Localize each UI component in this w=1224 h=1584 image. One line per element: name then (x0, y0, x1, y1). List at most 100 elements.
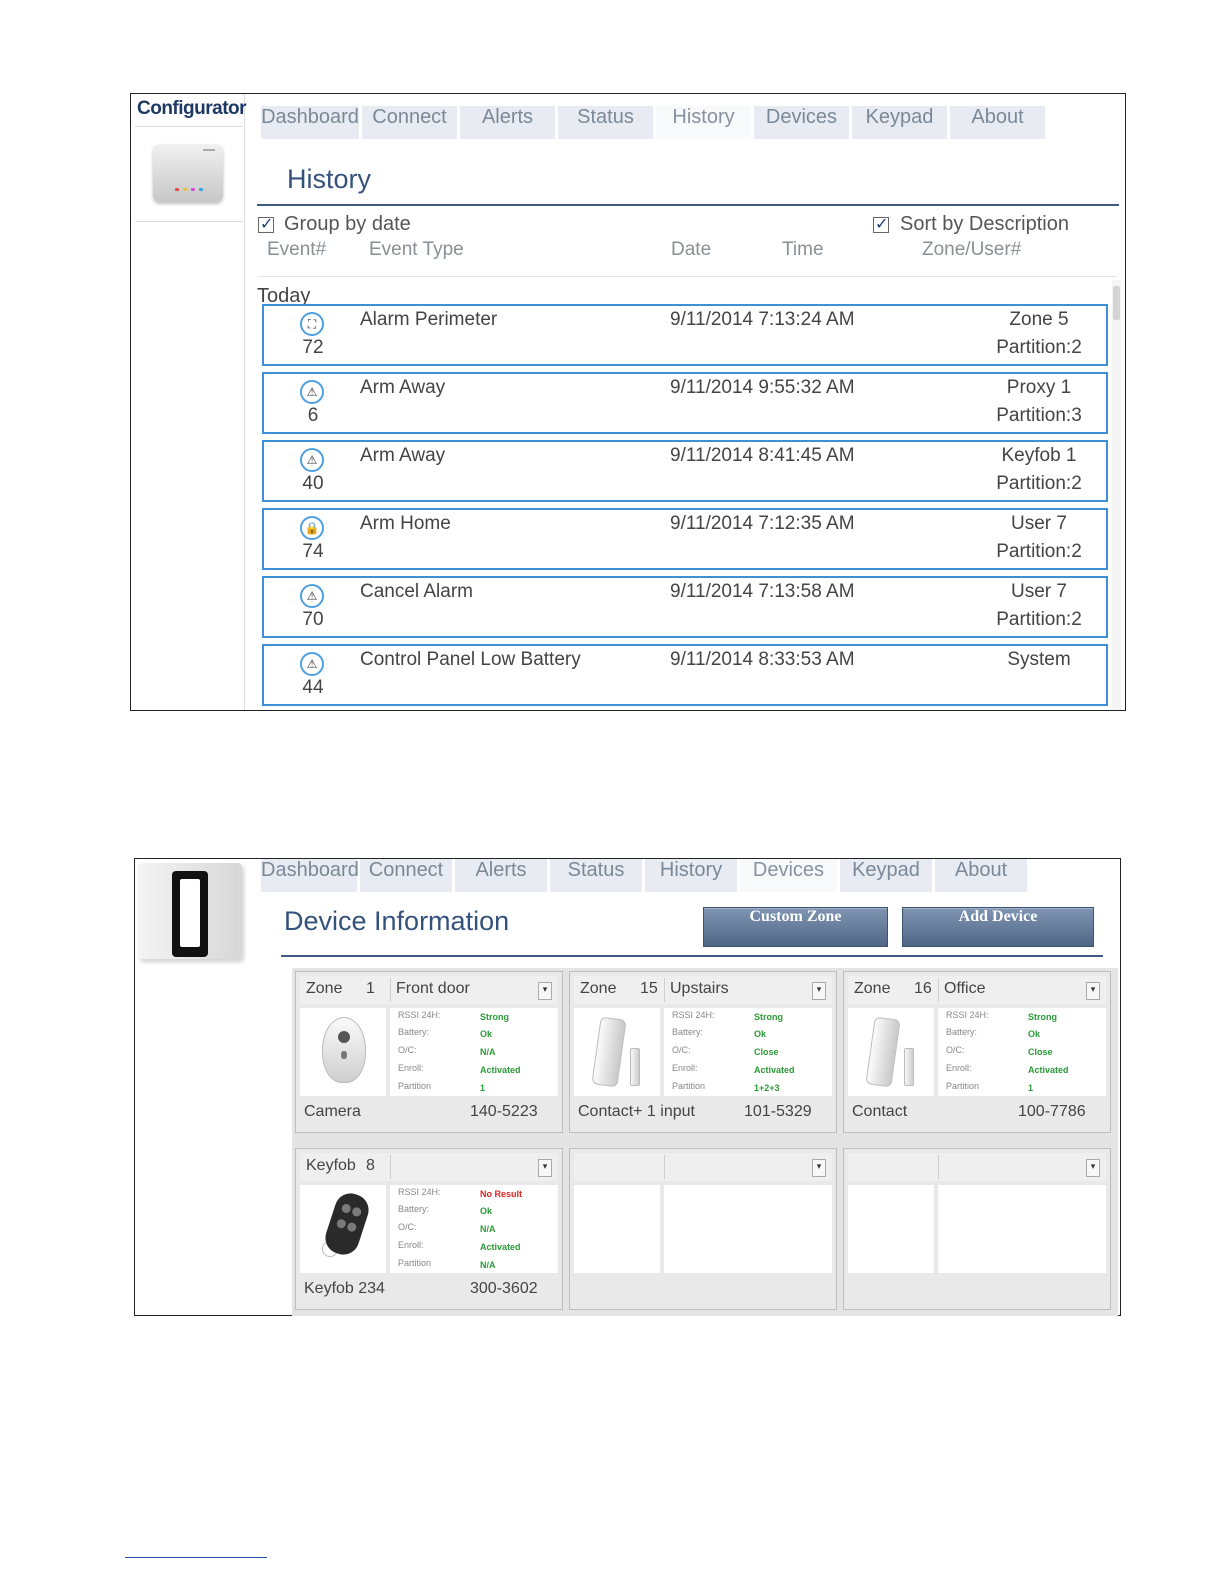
chevron-down-icon[interactable]: ▾ (1086, 1159, 1100, 1177)
status-field-label: O/C: (946, 1045, 965, 1055)
camera-lens (338, 1031, 350, 1043)
device-number: 1 (366, 980, 375, 997)
empty-device-card[interactable]: ▾ (569, 1148, 837, 1310)
chevron-down-icon[interactable]: ▾ (538, 982, 552, 1000)
tab-dashboard[interactable]: Dashboard (261, 106, 359, 139)
led-blue (199, 188, 203, 191)
event-partition: Partition:2 (996, 609, 1082, 630)
app-brand: Configurator (137, 98, 247, 119)
warning-icon: ⚠ (300, 584, 324, 608)
column-date[interactable]: Date (671, 239, 711, 261)
device-card[interactable]: Zone 15 Upstairs ▾ RSSI 24H: Strong Battery: Ok… (569, 971, 837, 1133)
status-field-value: Close (754, 1047, 779, 1057)
contact-sensor-icon (591, 1016, 627, 1088)
event-zone-user: User 7 (1011, 581, 1067, 602)
status-field-label: RSSI 24H: (398, 1010, 441, 1020)
group-by-date-label: Group by date (284, 213, 411, 235)
status-field-label: Battery: (398, 1204, 430, 1214)
empty-device-card[interactable]: ▾ (843, 1148, 1111, 1310)
status-field-value: Close (1028, 1047, 1053, 1057)
event-type: Cancel Alarm (360, 581, 473, 602)
tab-about[interactable]: About (950, 106, 1045, 139)
status-field-value: N/A (480, 1047, 496, 1057)
contact-magnet-icon (630, 1048, 640, 1086)
status-field-value: Activated (480, 1242, 521, 1252)
tab-history[interactable]: History (656, 106, 751, 139)
tab-dashboard[interactable]: Dashboard (261, 859, 359, 892)
event-type: Arm Away (360, 377, 446, 398)
header-divider (390, 1155, 391, 1179)
tab-history[interactable]: History (645, 859, 737, 892)
event-row[interactable]: ⚠ 40 Arm Away 9/11/2014 8:41:45 AM Keyfob 1 P… (262, 440, 1108, 502)
column-event-type[interactable]: Event Type (369, 239, 464, 261)
tab-alerts[interactable]: Alerts (455, 859, 547, 892)
status-field-label: RSSI 24H: (946, 1010, 989, 1020)
event-row[interactable]: ⚠ 44 Control Panel Low Battery 9/11/2014 8:… (262, 644, 1108, 706)
event-row[interactable]: ⚠ 6 Arm Away 9/11/2014 9:55:32 AM Proxy 1 Par… (262, 372, 1108, 434)
tab-connect[interactable]: Connect (362, 106, 457, 139)
warning-icon: ⚠ (300, 448, 324, 472)
tab-status[interactable]: Status (550, 859, 642, 892)
status-field-label: Battery: (672, 1027, 704, 1037)
tab-devices[interactable]: Devices (740, 859, 837, 892)
device-card[interactable]: Zone 1 Front door ▾ RSSI 24H: Strong Battery: O… (295, 971, 563, 1133)
add-device-button[interactable]: Add Device (902, 907, 1094, 947)
column-time[interactable]: Time (782, 239, 824, 261)
status-field-label: Enroll: (398, 1240, 424, 1250)
device-id: 100-7786 (1018, 1103, 1086, 1120)
event-partition: Partition:3 (996, 405, 1082, 426)
status-field-label: O/C: (398, 1222, 417, 1232)
tab-connect[interactable]: Connect (360, 859, 452, 892)
device-image (848, 1185, 934, 1273)
event-row[interactable]: ⚠ 70 Cancel Alarm 9/11/2014 7:13:58 AM User … (262, 576, 1108, 638)
status-field-value: Activated (754, 1065, 795, 1075)
chevron-down-icon[interactable]: ▾ (812, 982, 826, 1000)
status-field-value: Ok (480, 1206, 493, 1216)
header-divider (664, 1155, 665, 1179)
device-id: 140-5223 (470, 1103, 538, 1120)
custom-zone-button[interactable]: Custom Zone (703, 907, 888, 947)
column-event-number[interactable]: Event# (267, 239, 326, 261)
card-header: Zone 16 Office ▾ (848, 976, 1106, 1004)
keyfob-button (351, 1206, 363, 1218)
device-status-panel: RSSI 24H: Strong Battery: Ok O/C: Close Enroll… (664, 1008, 832, 1096)
tab-about[interactable]: About (935, 859, 1027, 892)
event-number: 70 (302, 609, 324, 630)
device-card[interactable]: Zone 16 Office ▾ RSSI 24H: Strong Battery: Ok O/… (843, 971, 1111, 1133)
event-row[interactable]: 🔒 74 Arm Home 9/11/2014 7:12:35 AM User 7 Par… (262, 508, 1108, 570)
event-number: 74 (302, 541, 324, 562)
keyfob-button (346, 1221, 358, 1233)
tab-devices[interactable]: Devices (754, 106, 849, 139)
chevron-down-icon[interactable]: ▾ (1086, 982, 1100, 1000)
group-by-date-checkbox[interactable] (258, 214, 274, 233)
card-header: ▾ (848, 1153, 1106, 1181)
chevron-down-icon[interactable]: ▾ (538, 1159, 552, 1177)
status-field-value: Activated (1028, 1065, 1069, 1075)
status-field-label: Partition (946, 1081, 980, 1091)
device-number: 8 (366, 1157, 375, 1174)
status-field-label: Enroll: (398, 1063, 424, 1073)
tab-keypad[interactable]: Keypad (852, 106, 947, 139)
device-status-panel (664, 1185, 832, 1273)
sidebar: Configurator (131, 94, 247, 710)
column-zone-user[interactable]: Zone/User# (922, 239, 1021, 261)
event-partition: Partition:2 (996, 473, 1082, 494)
sort-by-description-checkbox[interactable] (873, 214, 889, 233)
title-rule (257, 204, 1119, 206)
status-field-label: Partition (672, 1081, 706, 1091)
control-panel-image (153, 144, 223, 202)
tab-alerts[interactable]: Alerts (460, 106, 555, 139)
device-kind: Zone (854, 980, 891, 997)
page-title: Device Information (284, 906, 510, 936)
chevron-down-icon[interactable]: ▾ (812, 1159, 826, 1177)
event-row[interactable]: ⛶ 72 Alarm Perimeter 9/11/2014 7:13:24 AM Zo… (262, 304, 1108, 366)
card-footer: Contact+ 1 input 101-5329 (574, 1100, 832, 1128)
event-zone-user: Proxy 1 (1006, 377, 1072, 398)
device-id: 101-5329 (744, 1103, 812, 1120)
keyfob-device-icon (321, 1189, 373, 1259)
tab-keypad[interactable]: Keypad (840, 859, 932, 892)
scrollbar-thumb[interactable] (1113, 286, 1120, 320)
tab-status[interactable]: Status (558, 106, 653, 139)
event-zone-user: Zone 5 (1009, 309, 1069, 330)
device-card[interactable]: Keyfob 8 ▾ RSSI 24H: No Result Battery: Ok O/C:… (295, 1148, 563, 1310)
